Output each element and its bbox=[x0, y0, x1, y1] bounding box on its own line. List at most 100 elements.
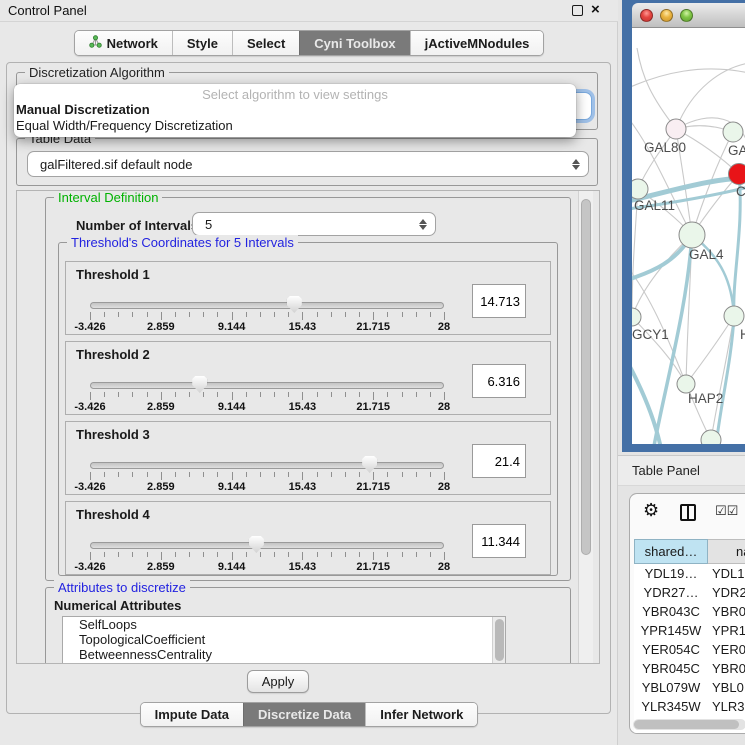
column-header-name[interactable]: na bbox=[708, 539, 745, 564]
threshold-2-value-field[interactable] bbox=[472, 364, 526, 398]
network-canvas[interactable]: GAL80 GA C GAL11 GAL4 GCY1 H HAP2 bbox=[632, 28, 745, 444]
threshold-slider[interactable]: -3.4262.8599.14415.4321.71528 bbox=[90, 456, 444, 494]
slider-thumb[interactable] bbox=[249, 536, 264, 553]
threshold-3-value-field[interactable] bbox=[472, 444, 526, 478]
threshold-4-panel: Threshold 4 -3.4262.8599.14415.4321.7152… bbox=[65, 501, 551, 575]
zoom-traffic-light-icon[interactable] bbox=[680, 9, 693, 22]
attribute-item-selfloops[interactable]: SelfLoops bbox=[63, 617, 505, 632]
table-row[interactable]: YDR27…YDR2 bbox=[634, 583, 745, 602]
tick-label: 15.43 bbox=[289, 321, 317, 333]
table-row[interactable]: YDL19…YDL1 bbox=[634, 564, 745, 583]
slider-track[interactable] bbox=[90, 542, 444, 549]
slider-ticks bbox=[90, 472, 444, 481]
table-row[interactable]: YBR043CYBR0 bbox=[634, 602, 745, 621]
tab-network[interactable]: Network bbox=[75, 31, 172, 55]
slider-thumb[interactable] bbox=[192, 376, 207, 393]
table-cell[interactable]: YDL1 bbox=[708, 564, 745, 583]
column-layout-icon[interactable] bbox=[680, 504, 696, 521]
table-row[interactable]: YPR145WYPR1 bbox=[634, 621, 745, 640]
threshold-slider[interactable]: -3.4262.8599.14415.4321.71528 bbox=[90, 376, 444, 414]
network-node-gal4[interactable] bbox=[679, 222, 705, 248]
threshold-4-value-field[interactable] bbox=[472, 524, 526, 558]
table-cell[interactable]: YLR345W bbox=[634, 697, 708, 716]
network-node-gal80[interactable] bbox=[666, 119, 686, 139]
table-cell[interactable]: YPR145W bbox=[634, 621, 708, 640]
number-of-intervals-label: Number of Intervals bbox=[76, 218, 198, 233]
slider-track[interactable] bbox=[90, 302, 444, 309]
apply-button[interactable]: Apply bbox=[247, 670, 309, 693]
threshold-slider[interactable]: -3.4262.8599.14415.4321.71528 bbox=[90, 296, 444, 334]
table-cell[interactable]: YLR3 bbox=[708, 697, 745, 716]
tick-label: 15.43 bbox=[289, 481, 317, 493]
tab-label: Network bbox=[107, 36, 158, 51]
threshold-label: Threshold 2 bbox=[76, 347, 150, 362]
gear-icon[interactable]: ⚙ bbox=[643, 500, 659, 521]
table-cell[interactable]: YDR2 bbox=[708, 583, 745, 602]
table-cell[interactable]: YBR0 bbox=[708, 659, 745, 678]
table-cell[interactable]: YBR045C bbox=[634, 659, 708, 678]
algorithm-dropdown-popup: Select algorithm to view settings Manual… bbox=[14, 84, 576, 137]
bottom-tab-infer-network[interactable]: Infer Network bbox=[365, 703, 477, 726]
close-traffic-light-icon[interactable] bbox=[640, 9, 653, 22]
table-data-combobox[interactable]: galFiltered.sif default node bbox=[27, 151, 589, 177]
threshold-1-panel: Threshold 1 -3.4262.8599.14415.4321.7152… bbox=[65, 261, 551, 335]
slider-thumb[interactable] bbox=[287, 296, 302, 313]
stepper-arrows-icon bbox=[415, 219, 431, 230]
threshold-label: Threshold 1 bbox=[76, 267, 150, 282]
scrollbar-thumb[interactable] bbox=[634, 720, 739, 729]
float-window-icon[interactable] bbox=[572, 5, 583, 16]
minimize-traffic-light-icon[interactable] bbox=[660, 9, 673, 22]
tab-jactivemnodules[interactable]: jActiveMNodules bbox=[410, 31, 544, 55]
slider-ticks bbox=[90, 552, 444, 561]
group-title: Discretization Algorithm bbox=[25, 65, 169, 80]
table-row[interactable]: YBR045CYBR0 bbox=[634, 659, 745, 678]
table-cell[interactable]: YDL19… bbox=[634, 564, 708, 583]
number-of-intervals-combobox[interactable]: 5 bbox=[192, 212, 436, 236]
slider-track[interactable] bbox=[90, 382, 444, 389]
bottom-tab-impute-data[interactable]: Impute Data bbox=[141, 703, 243, 726]
network-node-partial-top-right[interactable] bbox=[723, 122, 743, 142]
table-cell[interactable]: YER0 bbox=[708, 640, 745, 659]
table-cell[interactable]: YBL0 bbox=[708, 678, 745, 697]
network-node-h[interactable] bbox=[724, 306, 744, 326]
table-cell[interactable]: YBR0 bbox=[708, 602, 745, 621]
attribute-item-betweennesscentrality[interactable]: BetweennessCentrality bbox=[63, 647, 505, 662]
tick-label: 28 bbox=[438, 321, 450, 333]
panel-title: Control Panel bbox=[8, 3, 87, 18]
slider-thumb[interactable] bbox=[362, 456, 377, 473]
dropdown-option-manual-discretization[interactable]: Manual Discretization bbox=[14, 102, 576, 118]
scrollbar-thumb[interactable] bbox=[581, 199, 591, 555]
table-row[interactable]: YLR345WYLR3 bbox=[634, 697, 745, 716]
tab-cyni-toolbox[interactable]: Cyni Toolbox bbox=[299, 31, 409, 55]
table-cell[interactable]: YDR27… bbox=[634, 583, 708, 602]
table-data-value: galFiltered.sif default node bbox=[28, 157, 568, 172]
tab-style[interactable]: Style bbox=[172, 31, 232, 55]
threshold-slider[interactable]: -3.4262.8599.14415.4321.71528 bbox=[90, 536, 444, 574]
table-cell[interactable]: YBL079W bbox=[634, 678, 708, 697]
table-cell[interactable]: YBR043C bbox=[634, 602, 708, 621]
node-label: GCY1 bbox=[632, 327, 669, 342]
table-panel: ⚙ ☑☑ shared…na YDL19…YDL1YDR27…YDR2YBR04… bbox=[629, 493, 745, 734]
attribute-item-topologicalcoefficient[interactable]: TopologicalCoefficient bbox=[63, 632, 505, 647]
dropdown-option-equal-width-frequency[interactable]: Equal Width/Frequency Discretization bbox=[14, 118, 576, 134]
slider-ticks bbox=[90, 312, 444, 321]
network-node-selected-red[interactable] bbox=[729, 164, 745, 185]
tab-select[interactable]: Select bbox=[232, 31, 299, 55]
table-cell[interactable]: YER054C bbox=[634, 640, 708, 659]
checkbox-icons[interactable]: ☑☑ bbox=[715, 504, 738, 519]
network-window-titlebar[interactable] bbox=[632, 3, 745, 28]
network-node-gal11[interactable] bbox=[632, 179, 648, 199]
threshold-3-panel: Threshold 3 -3.4262.8599.14415.4321.7152… bbox=[65, 421, 551, 495]
bottom-tab-discretize-data[interactable]: Discretize Data bbox=[243, 703, 365, 726]
close-icon[interactable]: × bbox=[591, 1, 600, 18]
slider-track[interactable] bbox=[90, 462, 444, 469]
network-node-gcy1[interactable] bbox=[632, 308, 641, 326]
table-row[interactable]: YBL079WYBL0 bbox=[634, 678, 745, 697]
node-label: HAP2 bbox=[688, 391, 723, 406]
table-cell[interactable]: YPR1 bbox=[708, 621, 745, 640]
scrollbar-thumb[interactable] bbox=[495, 619, 504, 661]
table-row[interactable]: YER054CYER0 bbox=[634, 640, 745, 659]
threshold-1-value-field[interactable] bbox=[472, 284, 526, 318]
numerical-attributes-heading: Numerical Attributes bbox=[54, 598, 181, 613]
column-header-shared-name[interactable]: shared… bbox=[634, 539, 708, 564]
